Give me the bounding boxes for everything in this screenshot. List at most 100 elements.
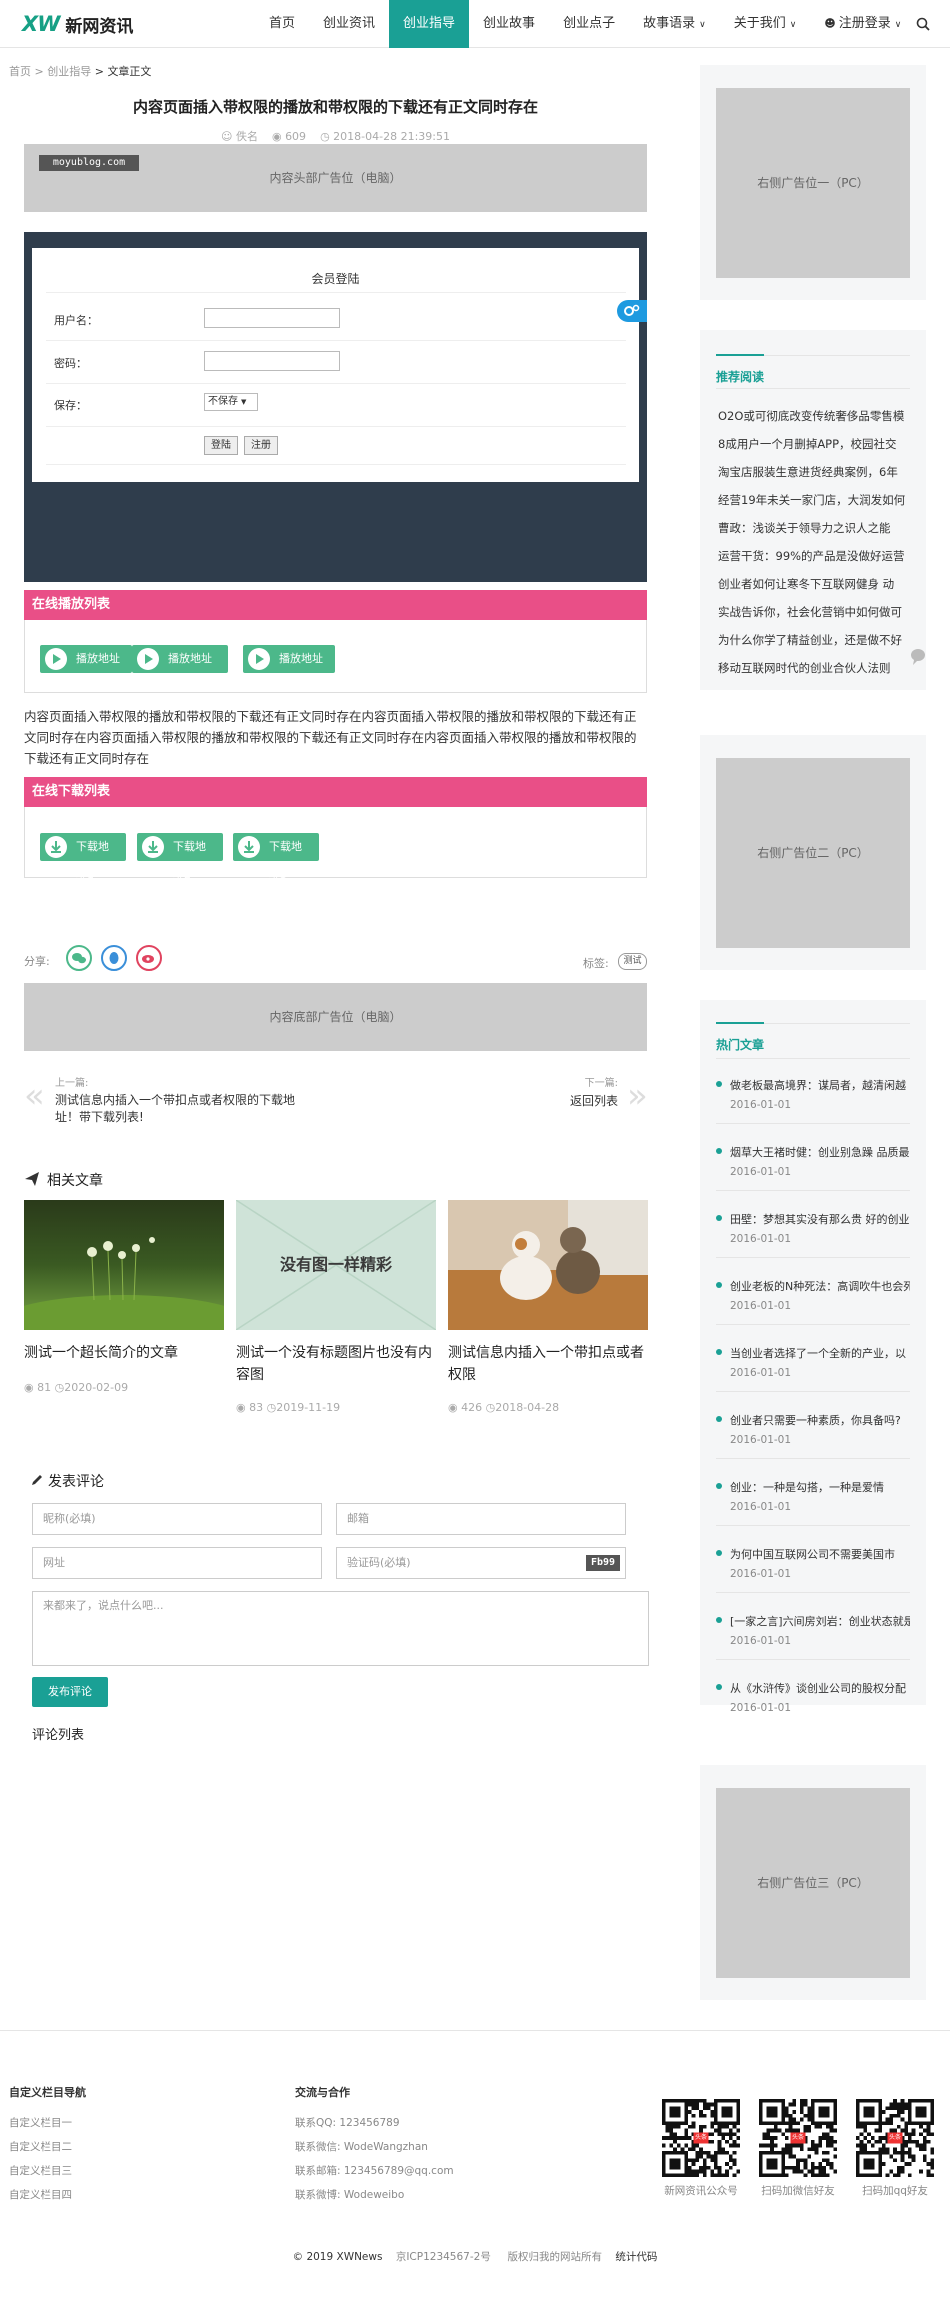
hot-accent [716, 1022, 764, 1024]
author-icon: ☺ [220, 130, 233, 143]
recommend-item[interactable]: 为什么你学了精益创业，还是做不好 [718, 632, 918, 648]
save-select[interactable]: 不保存 ▼ [204, 393, 258, 411]
footer-contact-item: 联系微信: WodeWangzhan [295, 2141, 428, 2153]
play-button-2[interactable]: 播放地址二 [132, 645, 228, 693]
nav-item-2[interactable]: 创业指导 [389, 0, 470, 48]
hot-item-date: 2016-01-01 [730, 1635, 792, 1647]
recommend-item[interactable]: 运营干货：99%的产品是没做好运营 [718, 548, 918, 564]
download-button-1[interactable]: 下载地址1 [40, 833, 126, 881]
sidebar-ad-2[interactable]: 右侧广告位二（PC） [716, 758, 910, 948]
recommend-item[interactable]: 实战告诉你，社会化营销中如何做可 [718, 604, 918, 620]
hot-item-divider [716, 1324, 910, 1325]
settings-tab[interactable] [617, 300, 647, 322]
qq-icon [109, 952, 119, 964]
hot-item-title[interactable]: 创业：一种是勾搭，一种是爱情 [730, 1479, 910, 1495]
recommend-item[interactable]: 创业者如何让寒冬下互联网健身 动 [718, 576, 918, 592]
captcha-field[interactable]: 验证码(必填) [336, 1547, 626, 1579]
pencil-icon [32, 1475, 42, 1485]
nav-item-7[interactable]: ☻ 注册登录 ∨ [810, 0, 915, 48]
footer-copyright-row: © 2019 XWNews 京ICP1234567-2号 版权归我的网站所有 统… [0, 2249, 950, 2264]
related-title-3[interactable]: 测试信息内插入一个带扣点或者权限 [448, 1342, 648, 1386]
download-button-3[interactable]: 下载地址3 [233, 833, 319, 881]
login-divider [46, 292, 626, 293]
hot-item-title[interactable]: 烟草大王褚时健：创业别急躁 品质最 [730, 1144, 910, 1160]
nav-item-label: 故事语录 [643, 16, 696, 31]
play-button-1[interactable]: 播放地址一 [40, 645, 132, 693]
prev-link[interactable]: 测试信息内插入一个带扣点或者权限的下载地址！带下载列表! [55, 1092, 295, 1126]
hot-item-title[interactable]: 从《水浒传》谈创业公司的股权分配 [730, 1680, 910, 1696]
logo-mark: XW [22, 12, 60, 36]
recommend-item[interactable]: 移动互联网时代的创业合伙人法则 [718, 660, 918, 676]
hot-item-title[interactable]: 田壁：梦想其实没有那么贵 好的创业 [730, 1211, 910, 1227]
breadcrumb-category[interactable]: 创业指导 [47, 65, 91, 78]
hot-item-title[interactable]: 创业者只需要一种素质，你具备吗? [730, 1412, 910, 1428]
search-icon[interactable] [916, 17, 930, 31]
site-header: XW 新网资讯 首页 创业资讯 创业指导 创业故事 创业点子 故事语录 ∨ 关于我们 ∨ ☻ 注册登… [0, 0, 950, 48]
next-link[interactable]: 返回列表 [540, 1092, 618, 1109]
eye-icon: ◉ [271, 130, 282, 143]
footer-nav-link[interactable]: 自定义栏目三 [9, 2163, 72, 2178]
download-icon [238, 836, 260, 858]
footer-icp[interactable]: 京ICP1234567-2号 [396, 2251, 491, 2263]
related-image-3[interactable] [448, 1200, 648, 1330]
hot-item-title[interactable]: 当创业者选择了一个全新的产业，以 [730, 1345, 910, 1361]
recommend-item[interactable]: 曹政：浅谈关于领导力之识人之能 [718, 520, 918, 536]
recommend-item[interactable]: 淘宝店服装生意进货经典案例，6年 [718, 464, 918, 480]
register-button[interactable]: 注册 [244, 436, 278, 455]
sidebar-ad-2-label: 右侧广告位二（PC） [757, 846, 869, 860]
clock-icon: ◷ [266, 1401, 277, 1414]
wechat-share-button[interactable] [66, 945, 92, 971]
related-title-2[interactable]: 测试一个没有标题图片也没有内容图 [236, 1342, 436, 1386]
article-author: 佚名 [235, 130, 258, 143]
nav-item-0[interactable]: 首页 [255, 0, 309, 48]
tag-chip[interactable]: 测试 [618, 953, 647, 970]
nav-item-1[interactable]: 创业资讯 [309, 0, 389, 48]
email-field[interactable]: 邮箱 [336, 1503, 626, 1535]
weibo-share-button[interactable] [136, 945, 162, 971]
website-field[interactable]: 网址 [32, 1547, 322, 1579]
related-date: 2020-02-09 [64, 1381, 129, 1394]
bottom-ad[interactable]: 内容底部广告位（电脑） [24, 983, 647, 1051]
recommend-item[interactable]: 8成用户一个月删掉APP，校园社交 [718, 436, 918, 452]
qr-code-3: 头条 [856, 2099, 934, 2177]
next-arrow-icon[interactable]: » [627, 1076, 648, 1116]
prev-arrow-icon[interactable]: « [24, 1076, 45, 1116]
bullet-dot [716, 1416, 722, 1422]
hot-item-title[interactable]: [一家之言]六间房刘岩：创业状态就是 [730, 1613, 910, 1629]
breadcrumb-home[interactable]: 首页 [9, 65, 31, 78]
hot-item-title[interactable]: 做老板最高境界：谋局者，越清闲越 [730, 1077, 910, 1093]
related-image-2-text: 没有图一样精彩 [280, 1255, 392, 1274]
sidebar-ad-1[interactable]: 右侧广告位一（PC） [716, 88, 910, 278]
nav-item-6[interactable]: 关于我们 ∨ [720, 0, 811, 48]
qr-badge: 头条 [694, 2134, 707, 2141]
submit-comment-button[interactable]: 发布评论 [32, 1677, 108, 1707]
bullet-dot [716, 1483, 722, 1489]
footer-nav-link[interactable]: 自定义栏目一 [9, 2115, 72, 2130]
related-image-1[interactable] [24, 1200, 224, 1330]
footer-nav-heading: 自定义栏目导航 [9, 2086, 86, 2099]
recommend-item[interactable]: O2O或可彻底改变传统奢侈品零售模 [718, 408, 918, 424]
password-input[interactable] [204, 351, 340, 371]
related-title-1[interactable]: 测试一个超长简介的文章 [24, 1342, 224, 1364]
chevron-down-icon: ∨ [894, 20, 902, 30]
footer-nav-link[interactable]: 自定义栏目二 [9, 2139, 72, 2154]
comment-textarea[interactable]: 来都来了，说点什么吧... [32, 1591, 649, 1666]
recommend-item[interactable]: 经营19年未关一家门店，大润发如何 [718, 492, 918, 508]
hot-item-title[interactable]: 为何中国互联网公司不需要美国市 [730, 1546, 910, 1562]
qq-share-button[interactable] [101, 945, 127, 971]
hot-item-title[interactable]: 创业老板的N种死法：高调吹牛也会死 [730, 1278, 910, 1294]
related-image-2[interactable]: 没有图一样精彩 [236, 1200, 436, 1330]
username-input[interactable] [204, 308, 340, 328]
captcha-image[interactable]: Fb99 [586, 1555, 620, 1571]
play-button-3[interactable]: 播放地址三 [243, 645, 335, 693]
site-logo[interactable]: XW 新网资讯 [22, 10, 133, 38]
nav-item-5[interactable]: 故事语录 ∨ [629, 0, 720, 48]
nickname-field[interactable]: 昵称(必填) [32, 1503, 322, 1535]
nav-item-3[interactable]: 创业故事 [469, 0, 549, 48]
login-button[interactable]: 登陆 [204, 436, 238, 455]
hot-item-divider [716, 1525, 910, 1526]
footer-nav-link[interactable]: 自定义栏目四 [9, 2187, 72, 2202]
sidebar-ad-3[interactable]: 右侧广告位三（PC） [716, 1788, 910, 1978]
nav-item-4[interactable]: 创业点子 [549, 0, 629, 48]
download-button-2[interactable]: 下载地址2 [137, 833, 223, 881]
